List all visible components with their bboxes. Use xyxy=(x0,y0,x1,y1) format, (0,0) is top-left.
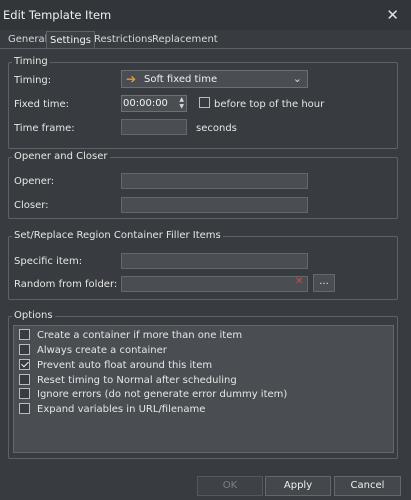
option-label: Prevent auto float around this item xyxy=(37,360,213,371)
chevron-down-icon: ⌄ xyxy=(292,72,302,85)
option-checkbox[interactable] xyxy=(19,359,30,370)
timing-group-title: Timing xyxy=(12,56,50,67)
fixed-time-input[interactable]: 00:00:00 ▲ ▼ xyxy=(121,95,187,112)
opener-closer-group-title: Opener and Closer xyxy=(12,151,110,162)
cancel-button[interactable]: Cancel xyxy=(334,476,401,496)
before-top-checkbox[interactable] xyxy=(199,97,210,108)
option-label: Reset timing to Normal after scheduling xyxy=(37,375,237,386)
timing-select[interactable]: ➔ Soft fixed time ⌄ xyxy=(121,70,308,88)
option-checkbox[interactable] xyxy=(19,329,30,340)
ok-button[interactable]: OK xyxy=(197,476,263,496)
time-frame-unit: seconds xyxy=(196,123,237,134)
title-bar: Edit Template Item ✕ xyxy=(0,0,411,30)
tab-replacement[interactable]: Replacement xyxy=(149,33,221,49)
random-folder-input[interactable] xyxy=(121,276,308,292)
apply-button[interactable]: Apply xyxy=(265,476,331,496)
filler-group-title: Set/Replace Region Container Filler Item… xyxy=(12,230,223,241)
tab-settings[interactable]: Settings xyxy=(46,31,96,49)
fixed-time-value: 00:00:00 xyxy=(123,98,168,109)
window-title: Edit Template Item xyxy=(3,8,112,22)
timing-select-value: Soft fixed time xyxy=(144,74,218,85)
opener-label: Opener: xyxy=(14,176,55,187)
opener-input[interactable] xyxy=(121,173,308,189)
arrow-right-icon: ➔ xyxy=(126,72,137,86)
option-checkbox[interactable] xyxy=(19,403,30,414)
fixed-time-label: Fixed time: xyxy=(14,99,70,110)
clear-icon[interactable]: ✕ xyxy=(295,276,303,287)
close-icon[interactable]: ✕ xyxy=(386,6,399,24)
spin-down-icon[interactable]: ▼ xyxy=(179,104,184,110)
option-label: Always create a container xyxy=(37,345,167,356)
option-checkbox[interactable] xyxy=(19,344,30,355)
before-top-label: before top of the hour xyxy=(214,99,325,110)
closer-label: Closer: xyxy=(14,200,49,211)
tab-restrictions[interactable]: Restrictions xyxy=(91,33,156,49)
timing-label: Timing: xyxy=(14,75,52,86)
option-label: Expand variables in URL/filename xyxy=(37,404,206,415)
specific-item-input[interactable] xyxy=(121,253,308,269)
option-checkbox[interactable] xyxy=(19,388,30,399)
closer-input[interactable] xyxy=(121,197,308,213)
option-label: Ignore errors (do not generate error dum… xyxy=(37,389,288,400)
options-group-title: Options xyxy=(12,310,55,321)
time-frame-label: Time frame: xyxy=(14,123,75,134)
tab-divider xyxy=(0,48,411,49)
specific-item-label: Specific item: xyxy=(14,256,83,267)
time-frame-input[interactable] xyxy=(121,119,187,135)
option-label: Create a container if more than one item xyxy=(37,330,243,341)
browse-folder-button[interactable]: ... xyxy=(313,274,335,292)
option-checkbox[interactable] xyxy=(19,374,30,385)
tab-general[interactable]: General xyxy=(5,33,50,49)
tab-bar: General Settings Restrictions Replacemen… xyxy=(0,31,411,49)
random-folder-label: Random from folder: xyxy=(14,279,118,290)
